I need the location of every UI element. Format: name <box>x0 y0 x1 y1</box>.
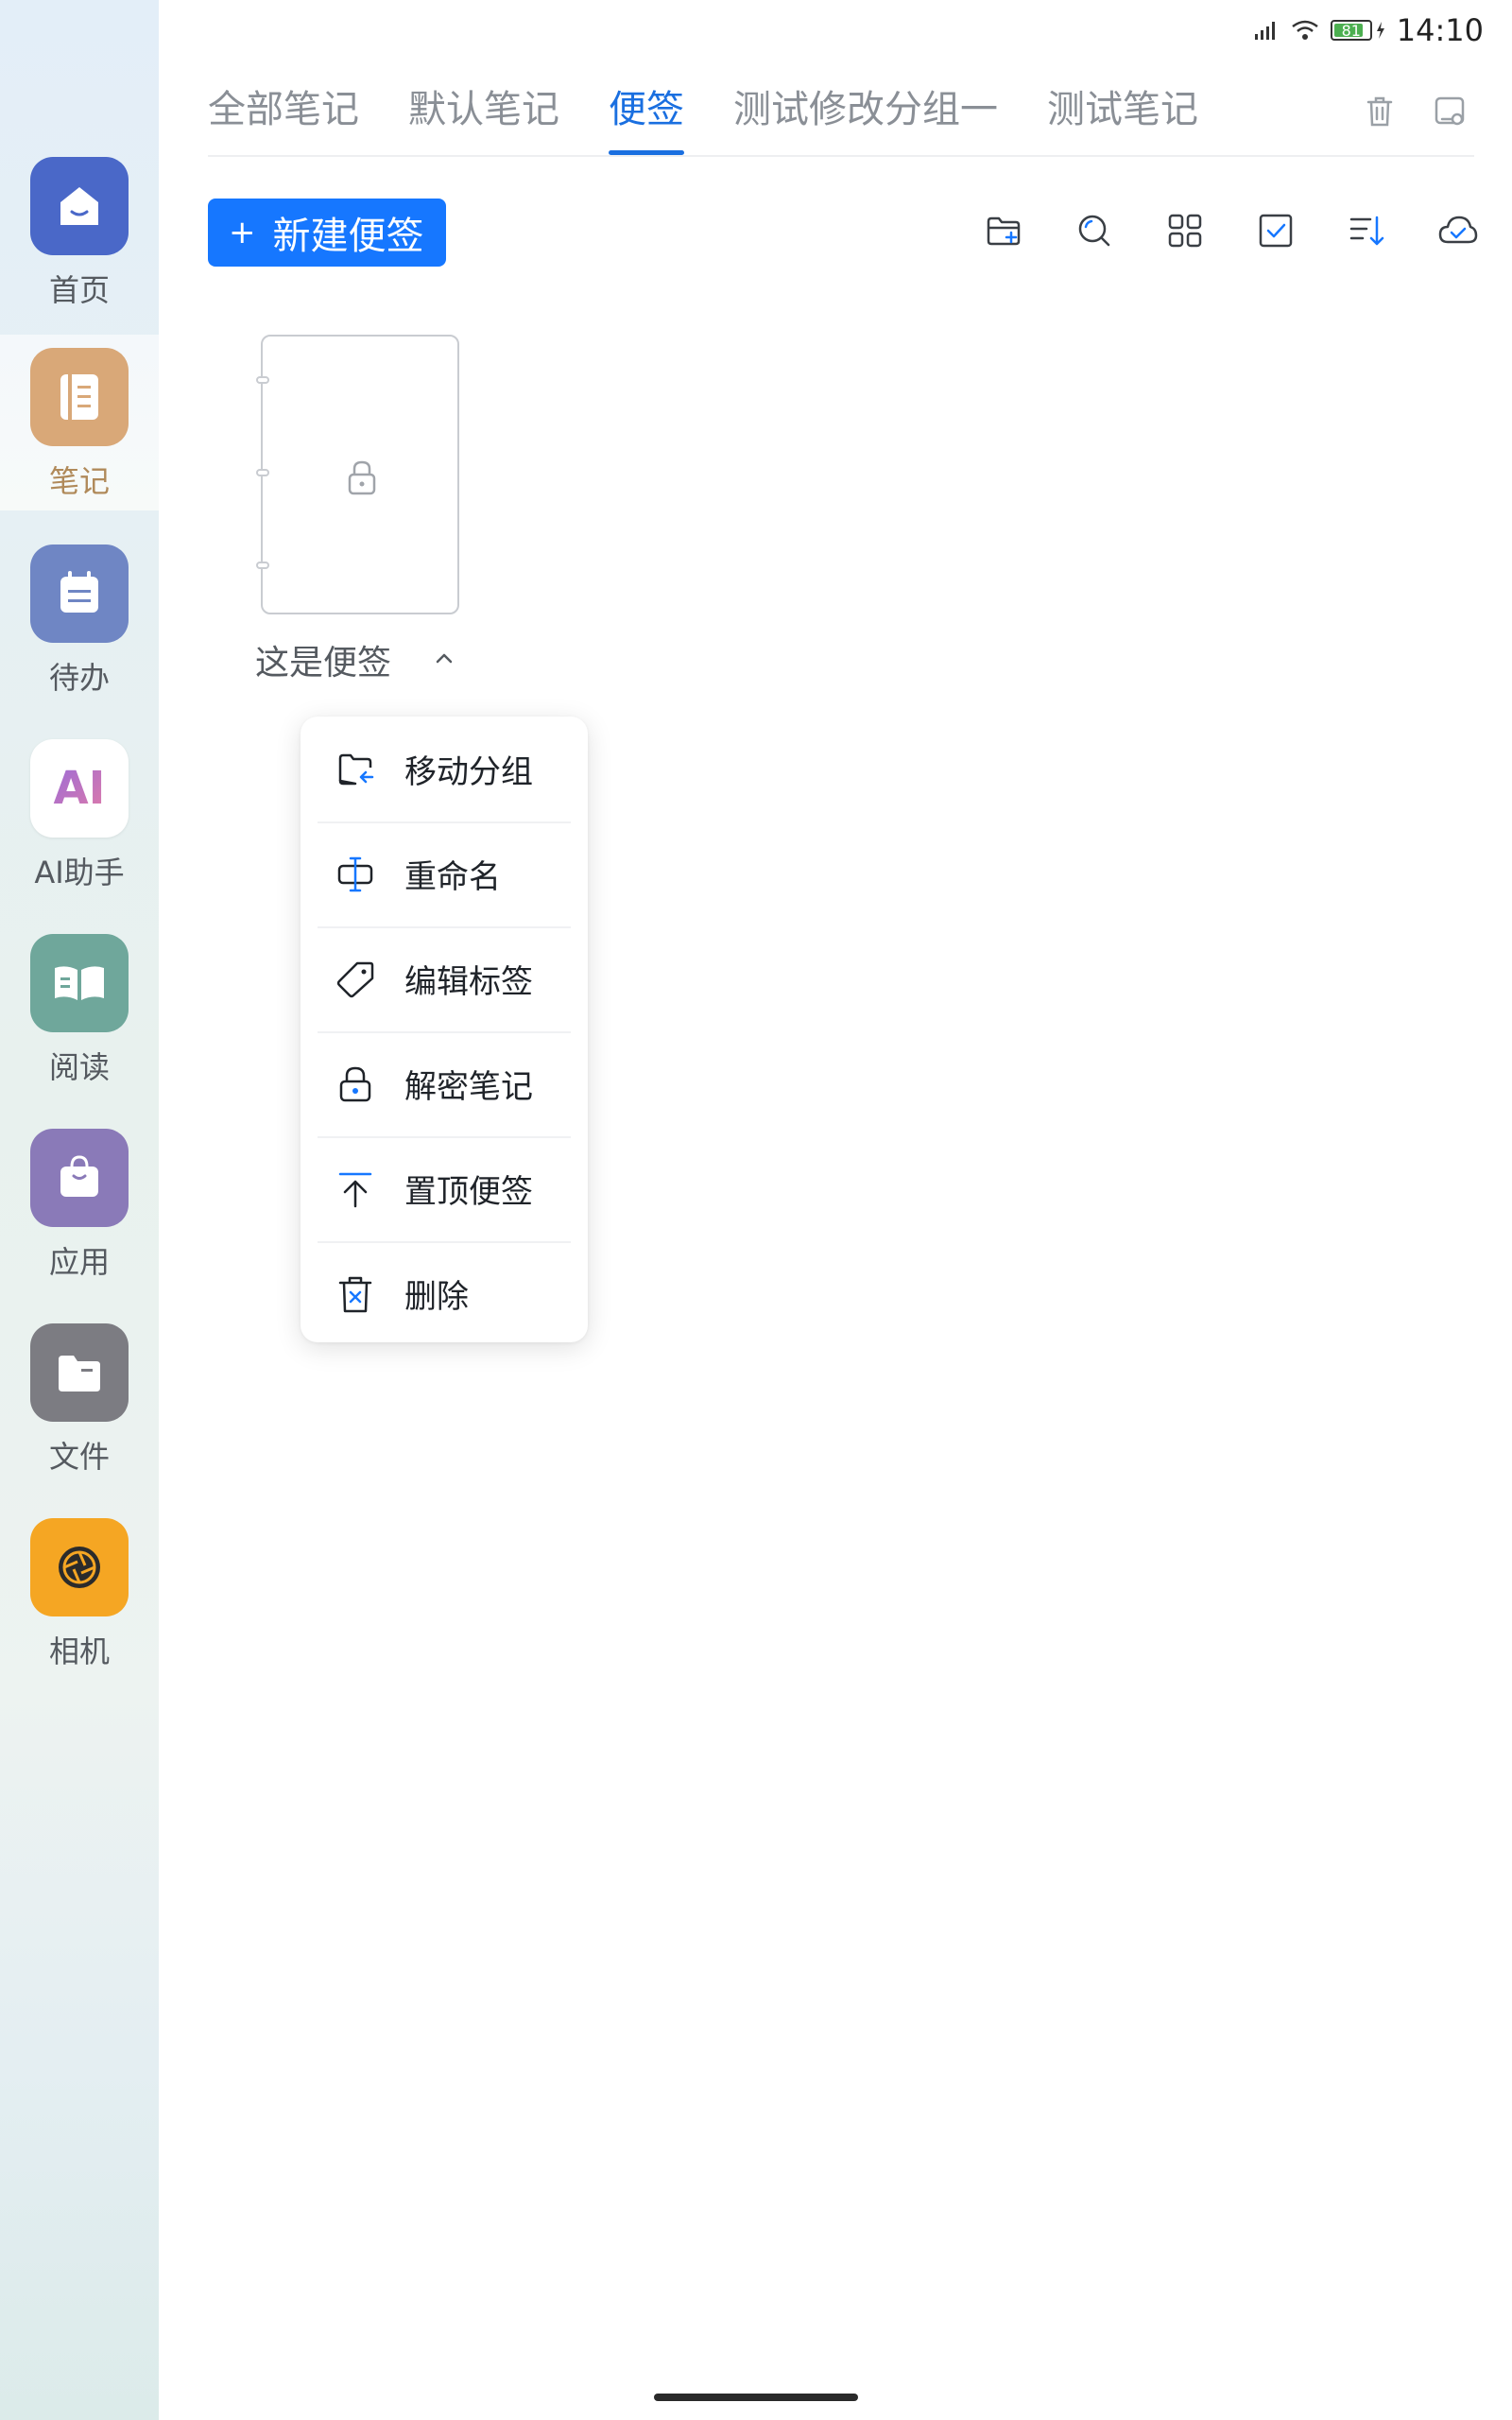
calendar-icon <box>30 544 129 643</box>
notebook-icon <box>30 348 129 446</box>
rail-label-camera: 相机 <box>48 1634 110 1669</box>
card-binding-dot <box>256 469 269 476</box>
rail-label-notes: 笔记 <box>48 463 110 499</box>
clock: 14:10 <box>1396 12 1484 48</box>
menu-item-rename[interactable]: 重命名 <box>301 821 588 926</box>
menu-item-move-group[interactable]: 移动分组 <box>301 717 588 821</box>
sticky-note-card[interactable] <box>256 335 459 614</box>
menu-label-edit-tags: 编辑标签 <box>404 963 533 1001</box>
chevron-up-icon[interactable] <box>431 645 457 671</box>
home-indicator[interactable] <box>654 2394 858 2401</box>
rail-item-files[interactable]: 文件 <box>0 1323 159 1518</box>
note-context-menu: 移动分组 重命名 编辑标签 解密笔记 置顶便签 删除 <box>301 717 588 1342</box>
wifi-icon <box>1292 20 1318 40</box>
tag-icon <box>336 961 374 997</box>
pin-top-icon <box>338 1172 372 1207</box>
note-settings-icon[interactable] <box>1429 91 1470 132</box>
shopping-bag-icon <box>30 1129 129 1227</box>
rail-label-todo: 待办 <box>48 660 110 696</box>
signal-icon <box>1254 22 1275 40</box>
rail-item-notes[interactable]: 笔记 <box>0 335 159 510</box>
menu-item-decrypt-note[interactable]: 解密笔记 <box>301 1031 588 1136</box>
menu-label-delete: 删除 <box>404 1278 469 1316</box>
tab-test-group-one[interactable]: 测试修改分组一 <box>733 83 998 155</box>
sort-icon[interactable] <box>1346 210 1387 251</box>
rail-item-home[interactable]: 首页 <box>0 157 159 352</box>
camera-aperture-icon <box>30 1518 129 1616</box>
rail-item-apps[interactable]: 应用 <box>0 1129 159 1323</box>
rail-label-apps: 应用 <box>48 1244 110 1280</box>
cloud-sync-icon[interactable] <box>1436 210 1478 251</box>
new-sticky-note-button[interactable]: + 新建便签 <box>208 199 446 267</box>
rail-item-todo[interactable]: 待办 <box>0 544 159 739</box>
rail-label-ai: AI助手 <box>34 855 125 890</box>
menu-item-delete[interactable]: 删除 <box>301 1241 588 1346</box>
rail-item-camera[interactable]: 相机 <box>0 1518 159 1713</box>
rail-label-files: 文件 <box>48 1439 110 1475</box>
trash-icon[interactable] <box>1359 91 1400 132</box>
tab-default-notes[interactable]: 默认笔记 <box>408 83 559 155</box>
tabs-divider <box>208 155 1474 157</box>
checkbox-select-icon[interactable] <box>1255 210 1297 251</box>
tab-all-notes[interactable]: 全部笔记 <box>208 83 359 155</box>
app-rail: 首页 笔记 待办 AI AI助手 阅读 应用 文件 相机 <box>0 0 159 2420</box>
lock-icon <box>348 460 376 495</box>
move-folder-icon <box>338 753 374 785</box>
toolbar <box>983 210 1478 251</box>
ai-glyph: AI <box>53 762 106 815</box>
menu-item-edit-tags[interactable]: 编辑标签 <box>301 926 588 1031</box>
rename-icon <box>337 856 373 891</box>
grid-view-icon[interactable] <box>1164 210 1206 251</box>
delete-icon <box>338 1276 372 1312</box>
search-icon[interactable] <box>1074 210 1115 251</box>
rail-item-read[interactable]: 阅读 <box>0 934 159 1129</box>
new-sticky-note-label: 新建便签 <box>272 215 424 258</box>
ai-assistant-icon: AI <box>30 739 129 838</box>
charging-icon <box>1376 22 1384 39</box>
book-open-icon <box>30 934 129 1032</box>
sticky-note-title[interactable]: 这是便签 <box>255 635 391 684</box>
battery-level: 81 <box>1341 21 1361 40</box>
folder-icon <box>30 1323 129 1422</box>
status-bar: 81 14:10 <box>1253 11 1484 49</box>
menu-label-move-group: 移动分组 <box>404 753 533 791</box>
menu-label-decrypt-note: 解密笔记 <box>404 1068 533 1106</box>
tab-sticky-notes[interactable]: 便签 <box>609 83 684 155</box>
card-binding-dot <box>256 562 269 569</box>
folder-add-icon[interactable] <box>983 210 1024 251</box>
menu-item-pin-top[interactable]: 置顶便签 <box>301 1136 588 1241</box>
plus-icon: + <box>229 214 256 251</box>
home-icon <box>30 157 129 255</box>
battery-indicator: 81 <box>1330 20 1385 41</box>
card-binding-dot <box>256 376 269 384</box>
lock-icon <box>339 1066 371 1101</box>
menu-label-pin-top: 置顶便签 <box>404 1173 533 1211</box>
tab-test-notes[interactable]: 测试笔记 <box>1047 83 1198 155</box>
rail-item-ai[interactable]: AI AI助手 <box>0 739 159 934</box>
menu-label-rename: 重命名 <box>404 858 501 896</box>
rail-label-read: 阅读 <box>48 1049 110 1085</box>
group-tabs: 全部笔记 默认笔记 便签 测试修改分组一 测试笔记 <box>208 83 1198 155</box>
rail-label-home: 首页 <box>48 272 110 308</box>
